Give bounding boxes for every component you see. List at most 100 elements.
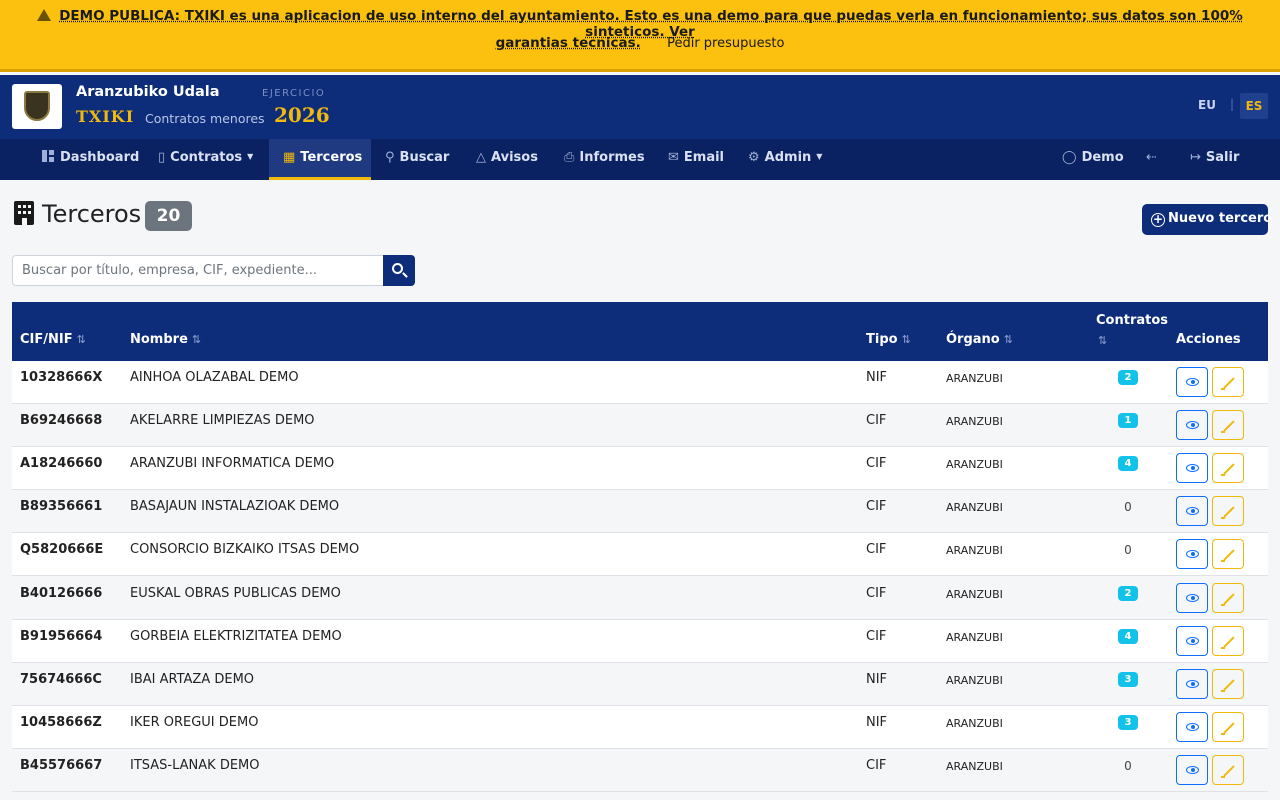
cell-tipo: CIF — [866, 499, 887, 514]
contratos-count: 0 — [1124, 543, 1132, 557]
nav-dashboard[interactable]: Dashboard — [30, 139, 151, 180]
edit-button[interactable] — [1212, 496, 1244, 526]
ejercicio-year[interactable]: 2026 — [274, 103, 330, 127]
view-button[interactable] — [1176, 496, 1208, 526]
pencil-icon — [1223, 765, 1235, 777]
lang-eu-link[interactable]: EU — [1198, 98, 1216, 112]
cell-cif: 10458666Z — [20, 715, 102, 730]
building-icon — [14, 201, 34, 225]
view-button[interactable] — [1176, 539, 1208, 569]
cell-tipo: CIF — [866, 758, 887, 773]
gear-icon: ⚙ — [748, 150, 760, 165]
contratos-badge: 3 — [1118, 715, 1138, 730]
pencil-icon — [1223, 722, 1235, 734]
nav-admin[interactable]: ⚙ Admin ▼ — [738, 139, 832, 180]
nav-buscar[interactable]: ⚲ Buscar — [375, 139, 459, 180]
table-row: B89356661 BASAJAUN INSTALAZIOAK DEMO CIF AR… — [12, 490, 1268, 533]
view-button[interactable] — [1176, 626, 1208, 656]
table-row: A18246660 ARANZUBI INFORMATICA DEMO CIF ARA… — [12, 447, 1268, 490]
pencil-icon — [1223, 463, 1235, 475]
search-input[interactable] — [12, 255, 384, 286]
app-header: Aranzubiko Udala TXIKI Contratos menores… — [0, 75, 1280, 139]
table-row: Q5820666E CONSORCIO BIZKAIKO ITSAS DEMO CI… — [12, 533, 1268, 576]
search-icon: ⚲ — [385, 150, 395, 165]
search-icon — [392, 263, 403, 274]
pencil-icon — [1223, 506, 1235, 518]
user-icon: ◯ — [1062, 150, 1077, 165]
lang-es-link[interactable]: ES — [1240, 93, 1268, 119]
municipal-logo[interactable] — [12, 84, 62, 129]
nuevo-tercero-button[interactable]: + Nuevo tercero — [1142, 204, 1272, 235]
nav-salir[interactable]: ↦ Salir — [1180, 139, 1249, 180]
edit-button[interactable] — [1212, 669, 1244, 699]
edit-button[interactable] — [1212, 583, 1244, 613]
cell-nombre: EUSKAL OBRAS PUBLICAS DEMO — [130, 586, 341, 601]
nav-informes[interactable]: ⎙ Informes — [554, 139, 655, 180]
cell-tipo: CIF — [866, 629, 887, 644]
edit-button[interactable] — [1212, 410, 1244, 440]
cell-nombre: AINHOA OLAZABAL DEMO — [130, 370, 299, 385]
view-button[interactable] — [1176, 755, 1208, 785]
cell-organo: ARANZUBI — [946, 588, 1003, 601]
edit-button[interactable] — [1212, 539, 1244, 569]
printer-icon: ⎙ — [564, 150, 575, 165]
view-button[interactable] — [1176, 410, 1208, 440]
dashboard-icon — [42, 150, 54, 162]
edit-button[interactable] — [1212, 453, 1244, 483]
contratos-badge: 1 — [1118, 413, 1138, 428]
demo-banner: DEMO PUBLICA: TXIKI es una aplicacion de… — [0, 0, 1280, 72]
cell-cif: 10328666X — [20, 370, 103, 385]
th-cif[interactable]: CIF/NIF ⇅ — [20, 332, 86, 347]
cell-organo: ARANZUBI — [946, 372, 1003, 385]
th-contratos-sort[interactable]: ⇅ — [1094, 333, 1107, 348]
table-header: CIF/NIF ⇅ Nombre ⇅ Tipo ⇅ Órgano ⇅ Contratos… — [12, 302, 1268, 361]
sort-icon: ⇅ — [191, 333, 202, 346]
pencil-icon — [1223, 593, 1235, 605]
cell-cif: A18246660 — [20, 456, 103, 471]
th-contratos[interactable]: Contratos — [1096, 313, 1168, 328]
nav-terceros[interactable]: ▦ Terceros — [269, 139, 371, 180]
view-button[interactable] — [1176, 453, 1208, 483]
nav-avisos[interactable]: △ Avisos — [466, 139, 548, 180]
garantias-link[interactable]: garantias tecnicas. — [496, 35, 641, 51]
nav-terceros-label: Terceros — [300, 150, 363, 165]
alert-icon: △ — [476, 150, 486, 165]
edit-button[interactable] — [1212, 367, 1244, 397]
search-button[interactable] — [383, 255, 415, 286]
table-row: B91956664 GORBEIA ELEKTRIZITATEA DEMO CIF A… — [12, 620, 1268, 663]
contratos-badge: 4 — [1118, 629, 1138, 644]
cell-tipo: CIF — [866, 586, 887, 601]
view-button[interactable] — [1176, 712, 1208, 742]
cell-nombre: BASAJAUN INSTALAZIOAK DEMO — [130, 499, 340, 514]
cell-nombre: IKER OREGUI DEMO — [130, 715, 259, 730]
edit-button[interactable] — [1212, 755, 1244, 785]
contratos-count: 0 — [1124, 500, 1132, 514]
nav-email[interactable]: ✉ Email — [658, 139, 734, 180]
th-tipo[interactable]: Tipo ⇅ — [866, 332, 911, 347]
table-row: 10458666Z IKER OREGUI DEMO NIF ARANZUBI 3 — [12, 706, 1268, 749]
th-nombre[interactable]: Nombre ⇅ — [130, 332, 201, 347]
pedir-presupuesto-link[interactable]: Pedir presupuesto — [667, 36, 784, 51]
edit-button[interactable] — [1212, 626, 1244, 656]
chevron-down-icon: ▼ — [816, 152, 823, 161]
nav-contratos[interactable]: ▯ Contratos ▼ — [148, 139, 263, 180]
th-organo[interactable]: Órgano ⇅ — [946, 332, 1013, 347]
sort-icon: ⇅ — [901, 333, 911, 346]
cell-organo: ARANZUBI — [946, 674, 1003, 687]
view-button[interactable] — [1176, 669, 1208, 699]
view-button[interactable] — [1176, 583, 1208, 613]
nav-user[interactable]: ◯ Demo — [1052, 139, 1134, 180]
nav-back[interactable]: ⇠ — [1136, 139, 1172, 180]
edit-button[interactable] — [1212, 712, 1244, 742]
nav-avisos-label: Avisos — [491, 150, 538, 165]
nav-informes-label: Informes — [579, 150, 645, 165]
count-badge: 20 — [145, 201, 192, 231]
nav-buscar-label: Buscar — [399, 150, 450, 165]
envelope-icon: ✉ — [668, 150, 679, 165]
contratos-badge: 2 — [1118, 370, 1138, 385]
view-button[interactable] — [1176, 367, 1208, 397]
pencil-icon — [1223, 549, 1235, 561]
sort-icon: ⇅ — [1003, 333, 1013, 346]
building-icon: ▦ — [283, 150, 296, 165]
nav-admin-label: Admin — [764, 150, 812, 165]
